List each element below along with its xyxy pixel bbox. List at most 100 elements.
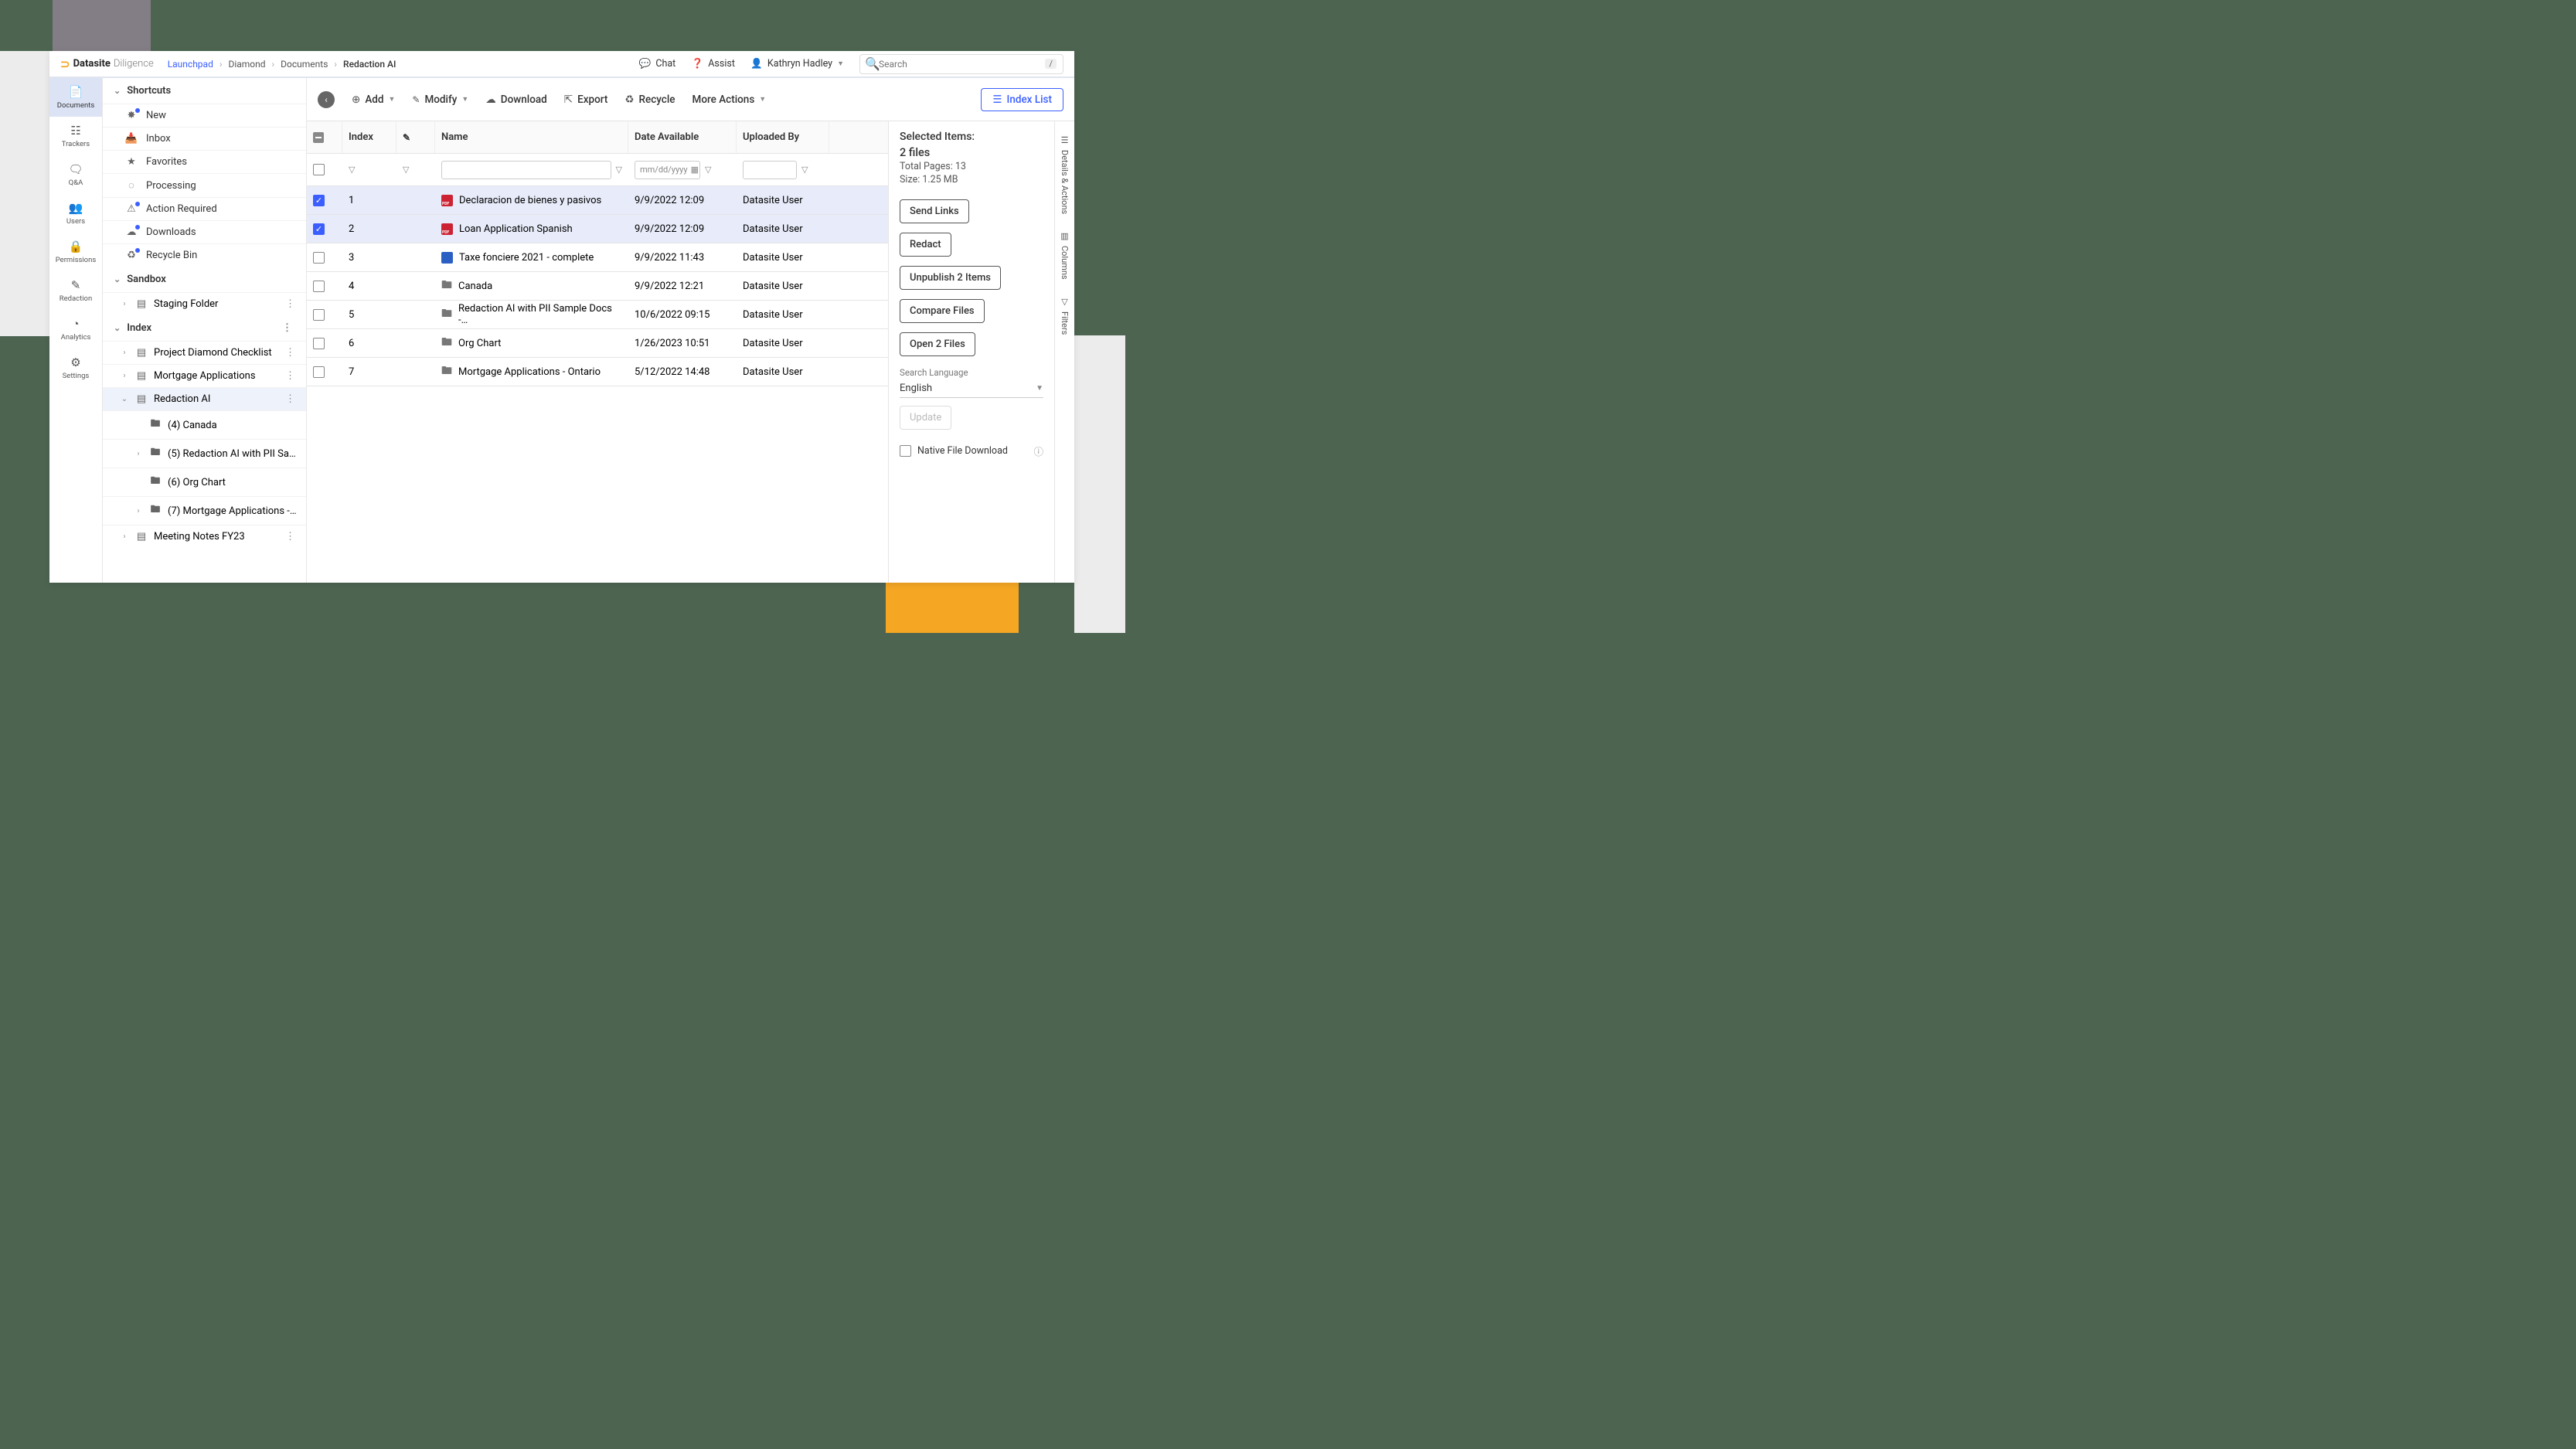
- modify-button[interactable]: ✎Modify▼: [412, 94, 468, 106]
- update-button[interactable]: Update: [900, 406, 951, 430]
- assist-button[interactable]: ❓ Assist: [691, 58, 735, 70]
- export-button[interactable]: ⇱Export: [564, 94, 608, 106]
- crumb-documents[interactable]: Documents: [281, 59, 328, 70]
- row-checkbox[interactable]: ✓: [313, 223, 325, 235]
- index-child-item[interactable]: 🖿(4) Canada: [103, 410, 306, 439]
- language-select[interactable]: English ▼: [900, 379, 1043, 398]
- table-row[interactable]: 4 🖿Canada 9/9/2022 12:21 Datasite User: [307, 272, 888, 301]
- chevron-right-icon: ›: [334, 59, 337, 70]
- filter-icon[interactable]: ▽: [705, 165, 711, 175]
- shortcut-item[interactable]: ★Favorites: [103, 150, 306, 173]
- filter-icon[interactable]: ▽: [616, 165, 622, 175]
- col-index[interactable]: Index: [349, 131, 373, 143]
- shortcut-item[interactable]: 📥Inbox: [103, 127, 306, 150]
- chevron-icon: ›: [120, 532, 129, 541]
- select-all-checkbox[interactable]: [313, 132, 324, 143]
- col-name[interactable]: Name: [441, 131, 468, 143]
- filter-icon[interactable]: ▽: [801, 165, 808, 175]
- kebab-icon[interactable]: ⋮: [282, 347, 298, 359]
- kebab-icon[interactable]: ⋮: [282, 393, 298, 405]
- back-button[interactable]: ‹: [318, 91, 335, 108]
- filter-icon[interactable]: ▽: [403, 165, 409, 175]
- nav-qa[interactable]: 🗨Q&A: [49, 155, 102, 194]
- index-child-item[interactable]: ›🖿(5) Redaction AI with PII Sam…: [103, 439, 306, 468]
- index-child-item[interactable]: ›🖿(7) Mortgage Applications - O…: [103, 496, 306, 525]
- unpublish-button[interactable]: Unpublish 2 Items: [900, 266, 1001, 290]
- shortcuts-section[interactable]: ⌄ Shortcuts: [103, 78, 306, 104]
- row-name: Mortgage Applications - Ontario: [458, 366, 601, 378]
- nav-analytics[interactable]: ◔Analytics: [49, 310, 102, 349]
- row-checkbox[interactable]: [313, 366, 325, 378]
- index-section[interactable]: ⌄ Index ⋮: [103, 315, 306, 341]
- rail-columns[interactable]: ▥Columns: [1060, 226, 1070, 284]
- list-icon: ☰: [1060, 135, 1070, 145]
- open-files-button[interactable]: Open 2 Files: [900, 332, 975, 356]
- nav-redaction[interactable]: ✎Redaction: [49, 271, 102, 310]
- rail-filters[interactable]: ▽Filters: [1060, 292, 1070, 339]
- chat-button[interactable]: 💬 Chat: [638, 58, 675, 70]
- pencil-icon[interactable]: ✎: [403, 132, 410, 143]
- kebab-icon[interactable]: ⋮: [282, 370, 298, 382]
- nav-permissions[interactable]: 🔒Permissions: [49, 233, 102, 271]
- sandbox-item[interactable]: ›▤Staging Folder⋮: [103, 292, 306, 315]
- kebab-icon[interactable]: ⋮: [279, 322, 295, 334]
- list-icon: ☰: [992, 94, 1002, 106]
- redact-button[interactable]: Redact: [900, 233, 951, 257]
- shortcut-item[interactable]: ♻Recycle Bin: [103, 243, 306, 267]
- index-list-button[interactable]: ☰Index List: [981, 88, 1063, 111]
- sandbox-section[interactable]: ⌄ Sandbox: [103, 267, 306, 292]
- index-item[interactable]: ⌄▤Redaction AI⋮: [103, 387, 306, 410]
- table-row[interactable]: 7 🖿Mortgage Applications - Ontario 5/12/…: [307, 358, 888, 386]
- col-uploaded[interactable]: Uploaded By: [743, 131, 799, 143]
- table-row[interactable]: 6 🖿Org Chart 1/26/2023 10:51 Datasite Us…: [307, 329, 888, 358]
- shortcut-item[interactable]: ◌Processing: [103, 173, 306, 197]
- table-row[interactable]: ✓ 2 Loan Application Spanish 9/9/2022 12…: [307, 215, 888, 243]
- index-item[interactable]: ›▤Mortgage Applications⋮: [103, 364, 306, 387]
- row-checkbox[interactable]: [313, 309, 325, 321]
- info-icon[interactable]: ⓘ: [1033, 444, 1043, 458]
- crumb-launchpad[interactable]: Launchpad: [168, 59, 213, 70]
- index-child-item[interactable]: 🖿(6) Org Chart: [103, 468, 306, 496]
- shortcut-item[interactable]: ✸New: [103, 104, 306, 127]
- table-row[interactable]: 3 Taxe fonciere 2021 - complete 9/9/2022…: [307, 243, 888, 272]
- user-menu[interactable]: 👤 Kathryn Hadley ▼: [750, 58, 844, 70]
- analytics-icon: ◔: [72, 317, 79, 331]
- add-button[interactable]: ⊕Add▼: [352, 94, 395, 106]
- table-row[interactable]: 5 🖿Redaction AI with PII Sample Docs -… …: [307, 301, 888, 329]
- more-actions-button[interactable]: More Actions▼: [692, 94, 767, 106]
- col-date[interactable]: Date Available: [635, 131, 699, 143]
- filter-icon[interactable]: ▽: [349, 165, 355, 175]
- row-checkbox[interactable]: [313, 338, 325, 349]
- chat-icon: 💬: [638, 58, 651, 70]
- native-download-checkbox[interactable]: [900, 445, 911, 457]
- word-icon: [441, 252, 453, 264]
- cloud-download-icon: ☁: [485, 94, 496, 106]
- nav-label: Trackers: [62, 140, 90, 148]
- table-row[interactable]: ✓ 1 Declaracion de bienes y pasivos 9/9/…: [307, 186, 888, 215]
- index-item[interactable]: ›▤Project Diamond Checklist⋮: [103, 341, 306, 364]
- shortcut-item[interactable]: ☁Downloads: [103, 220, 306, 243]
- crumb-diamond[interactable]: Diamond: [228, 59, 265, 70]
- shortcut-item[interactable]: ⚠Action Required: [103, 197, 306, 220]
- search-input[interactable]: [879, 59, 1045, 70]
- kebab-icon[interactable]: ⋮: [282, 531, 298, 543]
- nav-trackers[interactable]: ☷Trackers: [49, 117, 102, 155]
- compare-button[interactable]: Compare Files: [900, 299, 985, 323]
- nav-settings[interactable]: ⚙Settings: [49, 349, 102, 387]
- row-checkbox[interactable]: [313, 281, 325, 292]
- rail-details[interactable]: ☰Details & Actions: [1060, 131, 1070, 219]
- filter-checkbox[interactable]: [313, 164, 325, 175]
- search-input-wrapper[interactable]: 🔍 /: [859, 54, 1063, 74]
- name-filter-input[interactable]: [441, 161, 611, 179]
- send-links-button[interactable]: Send Links: [900, 199, 969, 223]
- date-filter-input[interactable]: mm/dd/yyyy▦: [635, 161, 700, 179]
- row-checkbox[interactable]: ✓: [313, 195, 325, 206]
- recycle-button[interactable]: ♻Recycle: [624, 94, 675, 106]
- user-filter-input[interactable]: [743, 161, 797, 179]
- kebab-icon[interactable]: ⋮: [282, 298, 298, 310]
- index-item[interactable]: ›▤Meeting Notes FY23⋮: [103, 525, 306, 548]
- download-button[interactable]: ☁Download: [485, 94, 547, 106]
- nav-users[interactable]: 👥Users: [49, 194, 102, 233]
- nav-documents[interactable]: 📄Documents: [49, 78, 102, 117]
- row-checkbox[interactable]: [313, 252, 325, 264]
